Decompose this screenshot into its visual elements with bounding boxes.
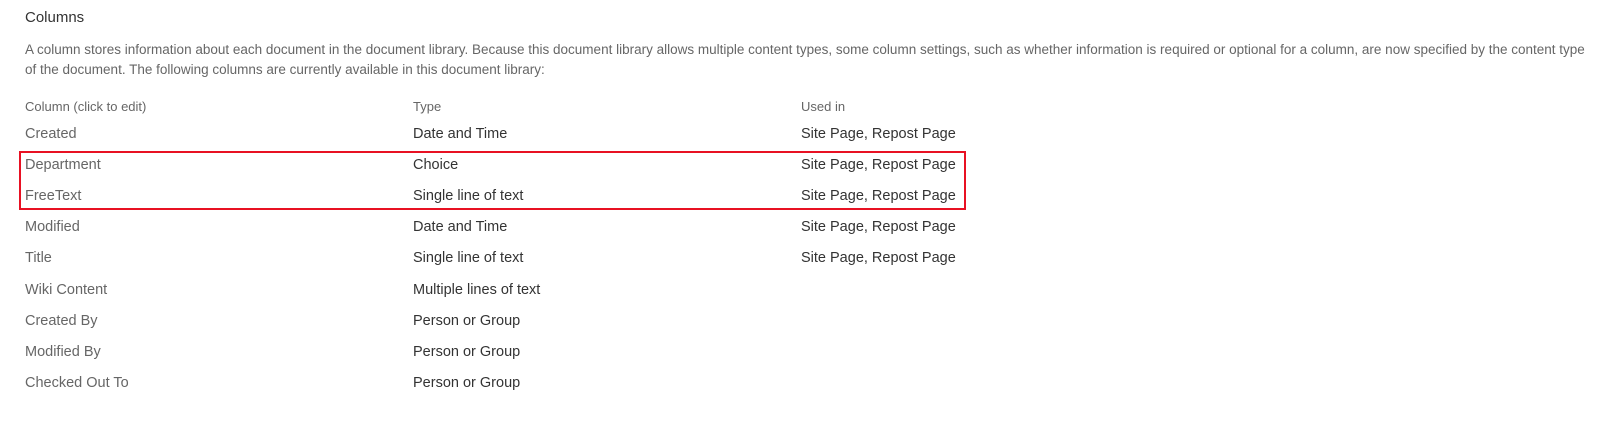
- table-row: Modified By Person or Group: [25, 336, 1101, 367]
- section-title: Columns: [25, 9, 85, 26]
- table-row: FreeText Single line of text Site Page, …: [25, 180, 1101, 211]
- column-used-in: [801, 274, 1101, 305]
- table-row: Created Date and Time Site Page, Repost …: [25, 118, 1101, 149]
- column-used-in: Site Page, Repost Page: [801, 125, 956, 142]
- column-type: Single line of text: [413, 187, 524, 204]
- column-used-in: Site Page, Repost Page: [801, 156, 956, 173]
- table-row: Title Single line of text Site Page, Rep…: [25, 243, 1101, 274]
- column-type: Choice: [413, 156, 459, 173]
- column-name-link[interactable]: Wiki Content: [25, 274, 413, 305]
- column-used-in: Site Page, Repost Page: [801, 187, 956, 204]
- column-type: Person or Group: [413, 375, 521, 392]
- header-column-name: Column (click to edit): [25, 98, 147, 114]
- column-name-link[interactable]: Created: [25, 118, 413, 149]
- column-name-link[interactable]: FreeText: [25, 180, 413, 211]
- column-name-link[interactable]: Checked Out To: [25, 368, 413, 399]
- column-name-link[interactable]: Modified By: [25, 336, 413, 367]
- column-name-link[interactable]: Department: [25, 149, 413, 180]
- section-description: A column stores information about each d…: [25, 42, 1585, 77]
- column-used-in: Site Page, Repost Page: [801, 219, 956, 236]
- column-name-link[interactable]: Title: [25, 243, 413, 274]
- columns-table: Column (click to edit) Type Used in Crea…: [25, 94, 1101, 399]
- table-row: Wiki Content Multiple lines of text: [25, 274, 1101, 305]
- header-used-in: Used in: [801, 98, 846, 114]
- column-used-in: [801, 305, 1101, 336]
- header-type: Type: [413, 98, 442, 114]
- table-header-row: Column (click to edit) Type Used in: [25, 94, 1101, 118]
- column-used-in: [801, 336, 1101, 367]
- column-used-in: Site Page, Repost Page: [801, 250, 956, 267]
- table-row: Modified Date and Time Site Page, Repost…: [25, 212, 1101, 243]
- table-row: Checked Out To Person or Group: [25, 368, 1101, 399]
- column-type: Person or Group: [413, 343, 521, 360]
- table-row: Department Choice Site Page, Repost Page: [25, 149, 1101, 180]
- column-type: Single line of text: [413, 250, 524, 267]
- column-used-in: [801, 368, 1101, 399]
- table-row: Created By Person or Group: [25, 305, 1101, 336]
- column-type: Multiple lines of text: [413, 281, 541, 298]
- column-type: Date and Time: [413, 219, 508, 236]
- column-name-link[interactable]: Created By: [25, 305, 413, 336]
- column-type: Person or Group: [413, 312, 521, 329]
- column-name-link[interactable]: Modified: [25, 212, 413, 243]
- column-type: Date and Time: [413, 125, 508, 142]
